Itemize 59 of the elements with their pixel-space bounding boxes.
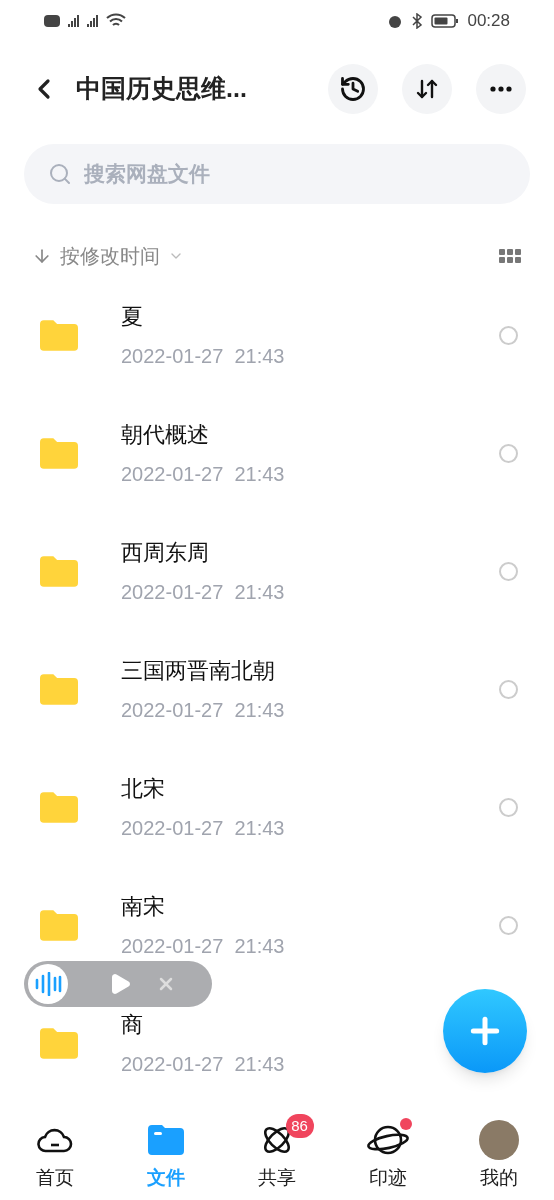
- folder-row[interactable]: 西周东周 2022-01-27 21:43: [0, 512, 554, 630]
- signal-icon: [68, 15, 79, 27]
- folder-icon: [40, 319, 78, 351]
- folder-icon: [40, 437, 78, 469]
- search-field[interactable]: 搜索网盘文件: [24, 144, 530, 204]
- nav-tab[interactable]: 首页: [0, 1112, 111, 1200]
- folder-icon: [40, 555, 78, 587]
- folder-title: 中国历史思维...: [76, 73, 247, 105]
- modified-time: 2022-01-27 21:43: [121, 579, 285, 605]
- folder-row[interactable]: 南宋 2022-01-27 21:43: [0, 866, 554, 984]
- folder-row[interactable]: 三国两晋南北朝 2022-01-27 21:43: [0, 630, 554, 748]
- folder-name: 夏: [121, 302, 144, 331]
- modified-time: 2022-01-27 21:43: [121, 933, 285, 959]
- sort-dropdown[interactable]: 按修改时间: [32, 241, 184, 271]
- folder-name: 北宋: [121, 774, 166, 803]
- folder-row[interactable]: 北宋 2022-01-27 21:43: [0, 748, 554, 866]
- signal-icon: [87, 15, 98, 27]
- history-button[interactable]: [328, 64, 378, 114]
- folder-name: 朝代概述: [121, 420, 210, 449]
- folder-icon: [40, 909, 78, 941]
- more-button[interactable]: [476, 64, 526, 114]
- waveform-icon: [28, 964, 68, 1004]
- folder-row[interactable]: 朝代概述 2022-01-27 21:43: [0, 394, 554, 512]
- notification-badge: 86: [285, 1114, 314, 1138]
- folder-icon: [40, 1027, 78, 1059]
- modified-time: 2022-01-27 21:43: [121, 343, 285, 369]
- nav-tab[interactable]: 我的: [443, 1112, 554, 1200]
- modified-time: 2022-01-27 21:43: [121, 815, 285, 841]
- grid-view-button[interactable]: [498, 248, 522, 264]
- sort-button[interactable]: [402, 64, 452, 114]
- folder-icon: [40, 673, 78, 705]
- nav-tab[interactable]: 共享 86: [221, 1112, 333, 1200]
- history-icon: [339, 75, 367, 103]
- select-radio[interactable]: [499, 797, 518, 817]
- modified-time: 2022-01-27 21:43: [121, 1051, 285, 1077]
- modified-time: 2022-01-27 21:43: [121, 461, 285, 487]
- select-radio[interactable]: [499, 679, 518, 699]
- clock-time: 00:28: [467, 10, 510, 33]
- select-radio[interactable]: [499, 325, 518, 345]
- modified-time: 2022-01-27 21:43: [121, 697, 285, 723]
- folder-name: 南宋: [121, 892, 166, 921]
- select-radio[interactable]: [499, 443, 518, 463]
- more-icon: [490, 86, 512, 92]
- nav-tab[interactable]: 印迹: [332, 1112, 444, 1200]
- battery-icon: [431, 13, 460, 29]
- avatar: [478, 1119, 519, 1160]
- select-radio[interactable]: [499, 561, 518, 581]
- folder-name: 西周东周: [121, 538, 210, 567]
- search-icon: [48, 162, 72, 186]
- select-radio[interactable]: [499, 915, 518, 935]
- bluetooth-icon: [411, 13, 424, 29]
- folder-row[interactable]: 商 2022-01-27 21:43: [0, 984, 554, 1102]
- folder-icon: [40, 791, 78, 823]
- folder-row[interactable]: 夏 2022-01-27 21:43: [0, 276, 554, 394]
- folder-name: 三国两晋南北朝: [121, 656, 276, 685]
- folder-icon: [148, 1123, 185, 1156]
- folder-name: 商: [121, 1010, 144, 1039]
- search-input[interactable]: 搜索网盘文件: [84, 158, 506, 190]
- sort-arrows-icon: [415, 77, 439, 101]
